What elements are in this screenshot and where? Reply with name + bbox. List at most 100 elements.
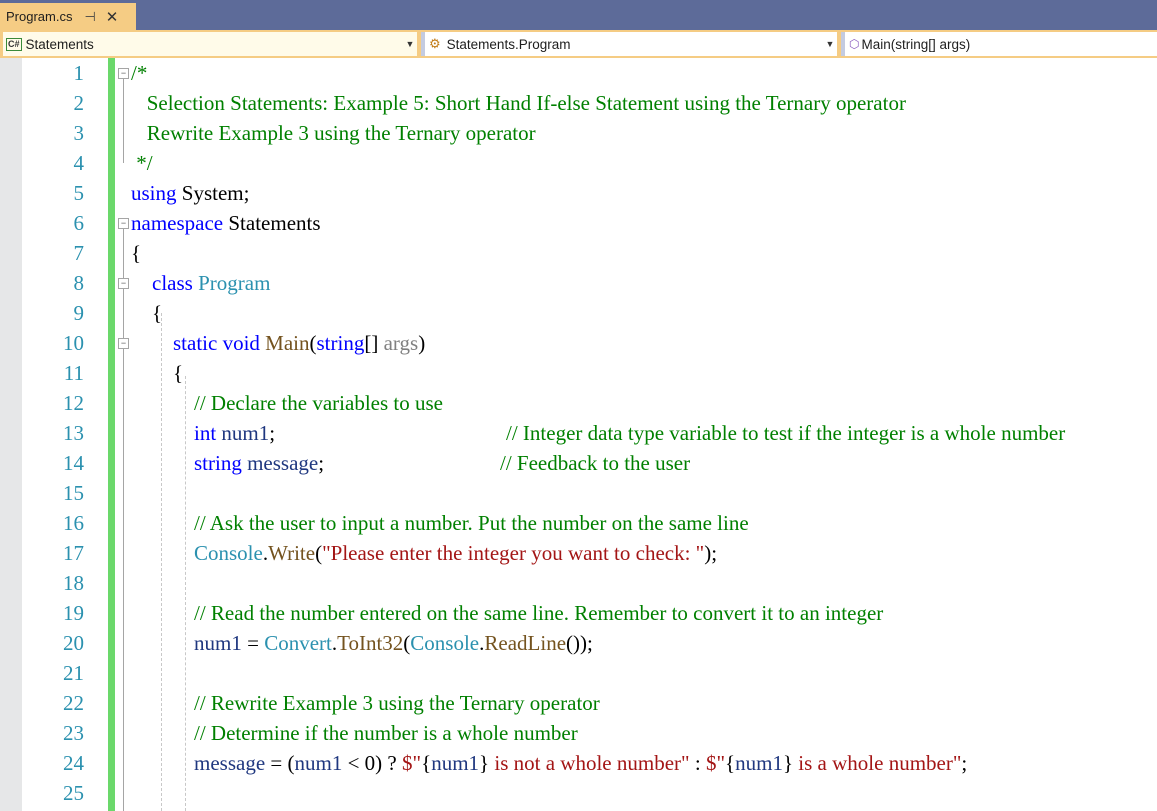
type-name: Convert xyxy=(264,631,332,655)
collapse-icon[interactable]: − xyxy=(118,218,129,229)
method-name: ToInt32 xyxy=(337,631,404,655)
code-area[interactable]: /* Selection Statements: Example 5: Shor… xyxy=(131,58,1157,808)
variable: num1 xyxy=(735,751,783,775)
fold-line xyxy=(123,79,124,163)
chevron-down-icon[interactable]: ▼ xyxy=(403,39,417,49)
variable: num1 xyxy=(431,751,480,775)
comment: */ xyxy=(131,151,153,175)
code-line-22: // Rewrite Example 3 using the Ternary o… xyxy=(131,688,1157,718)
comment: /* xyxy=(131,61,148,85)
line-number: 10 xyxy=(63,331,84,355)
line-number: 25 xyxy=(63,781,84,805)
outlining-margin: − − − − xyxy=(116,58,132,811)
line-number: 14 xyxy=(63,451,84,475)
collapse-icon[interactable]: − xyxy=(118,338,129,349)
line-number-gutter: 1 2 3 4 5 6 7 8 9 10 11 12 13 14 15 16 17 18 19 20 21 22 23 24 2… xyxy=(22,58,108,808)
type-dropdown[interactable]: ⚙ Statements.Program ▼ xyxy=(421,32,837,56)
member-dropdown-label: Main(string[] args) xyxy=(861,36,971,52)
code-line-1: /* xyxy=(131,58,1157,88)
collapse-icon[interactable]: − xyxy=(118,278,129,289)
code-line-5: using System; xyxy=(131,178,1157,208)
collapse-icon[interactable]: − xyxy=(118,68,129,79)
variable: message xyxy=(194,751,266,775)
code-line-7: { xyxy=(131,238,1157,268)
type-name: Console xyxy=(410,631,480,655)
keyword: void xyxy=(222,331,260,355)
comment: // Determine if the number is a whole nu… xyxy=(194,721,578,745)
keyword: int xyxy=(194,421,217,445)
code-line-2: Selection Statements: Example 5: Short H… xyxy=(131,88,1157,118)
code-line-11: { xyxy=(131,358,1157,388)
code-line-20: num1 = Convert.ToInt32(Console.ReadLine(… xyxy=(194,631,593,655)
variable: num1 xyxy=(294,751,343,775)
fold-line xyxy=(123,229,124,811)
parameter: args xyxy=(383,331,419,355)
variable: message xyxy=(247,451,319,475)
line-number: 3 xyxy=(73,121,85,145)
pin-icon[interactable]: ⊣ xyxy=(84,9,95,25)
change-tracking-bar xyxy=(108,58,115,811)
chevron-down-icon[interactable]: ▼ xyxy=(823,39,837,49)
line-number: 5 xyxy=(73,181,85,205)
line-number: 12 xyxy=(63,391,84,415)
method-name: ReadLine xyxy=(484,631,567,655)
line-number: 19 xyxy=(63,601,84,625)
method-name: Write xyxy=(268,541,316,565)
method-private-icon: ⬡ xyxy=(849,37,860,51)
line-number: 2 xyxy=(73,91,85,115)
code-line-8: class Program xyxy=(131,268,1157,298)
line-number: 16 xyxy=(63,511,84,535)
identifier: Statements xyxy=(223,211,321,235)
line-number: 22 xyxy=(63,691,84,715)
comment: // Integer data type variable to test if… xyxy=(506,421,1066,445)
code-editor[interactable]: 1 2 3 4 5 6 7 8 9 10 11 12 13 14 15 16 17 18 19 20 21 22 23 24 2… xyxy=(0,58,1157,811)
keyword: using xyxy=(131,181,177,205)
brace: { xyxy=(173,361,184,385)
string-literal: $" xyxy=(705,751,726,775)
divider xyxy=(421,32,425,56)
type-dropdown-label: Statements.Program xyxy=(446,36,571,52)
divider xyxy=(841,32,845,56)
line-number: 1 xyxy=(73,61,85,85)
comment: // Rewrite Example 3 using the Ternary o… xyxy=(194,691,600,715)
identifier: System; xyxy=(176,181,250,205)
document-tab-bar: Program.cs ⊣ ✕ xyxy=(0,0,1157,30)
code-line-3: Rewrite Example 3 using the Ternary oper… xyxy=(131,118,1157,148)
code-line-19: // Read the number entered on the same l… xyxy=(131,598,1157,628)
class-icon: ⚙ xyxy=(429,36,441,51)
code-line-13: int num1;// Integer data type variable t… xyxy=(131,418,1157,448)
string-literal: $" xyxy=(402,751,422,775)
comment: // Read the number entered on the same l… xyxy=(194,601,884,625)
type-name: Console xyxy=(194,541,263,565)
project-dropdown[interactable]: C# Statements ▼ xyxy=(3,32,417,56)
document-tab-program-cs[interactable]: Program.cs ⊣ ✕ xyxy=(0,3,136,30)
line-number: 8 xyxy=(73,271,85,295)
line-number: 17 xyxy=(63,541,84,565)
keyword: string xyxy=(194,451,242,475)
comment: Rewrite Example 3 using the Ternary oper… xyxy=(131,121,536,145)
line-number: 20 xyxy=(63,631,84,655)
line-number: 18 xyxy=(63,571,84,595)
code-line-23: // Determine if the number is a whole nu… xyxy=(131,718,1157,748)
close-icon[interactable]: ✕ xyxy=(106,8,119,26)
project-dropdown-label: Statements xyxy=(25,36,94,52)
brace: { xyxy=(131,241,142,265)
brace: { xyxy=(152,301,163,325)
string-literal: "Please enter the integer you want to ch… xyxy=(322,541,705,565)
code-line-24: message = (num1 < 0) ? $"{num1} is not a… xyxy=(194,751,968,775)
code-line-4: */ xyxy=(131,148,1157,178)
keyword: namespace xyxy=(131,211,224,235)
member-dropdown[interactable]: ⬡ Main(string[] args) xyxy=(841,32,1157,56)
line-number: 24 xyxy=(63,751,84,775)
code-line-14: string message;// Feedback to the user xyxy=(131,448,1157,478)
line-number: 23 xyxy=(63,721,84,745)
line-number: 4 xyxy=(73,151,85,175)
navigation-bar: C# Statements ▼ ⚙ Statements.Program ▼ ⬡… xyxy=(0,30,1157,58)
comment: // Declare the variables to use xyxy=(194,391,443,415)
keyword: class xyxy=(152,271,193,295)
keyword: string xyxy=(316,331,365,355)
